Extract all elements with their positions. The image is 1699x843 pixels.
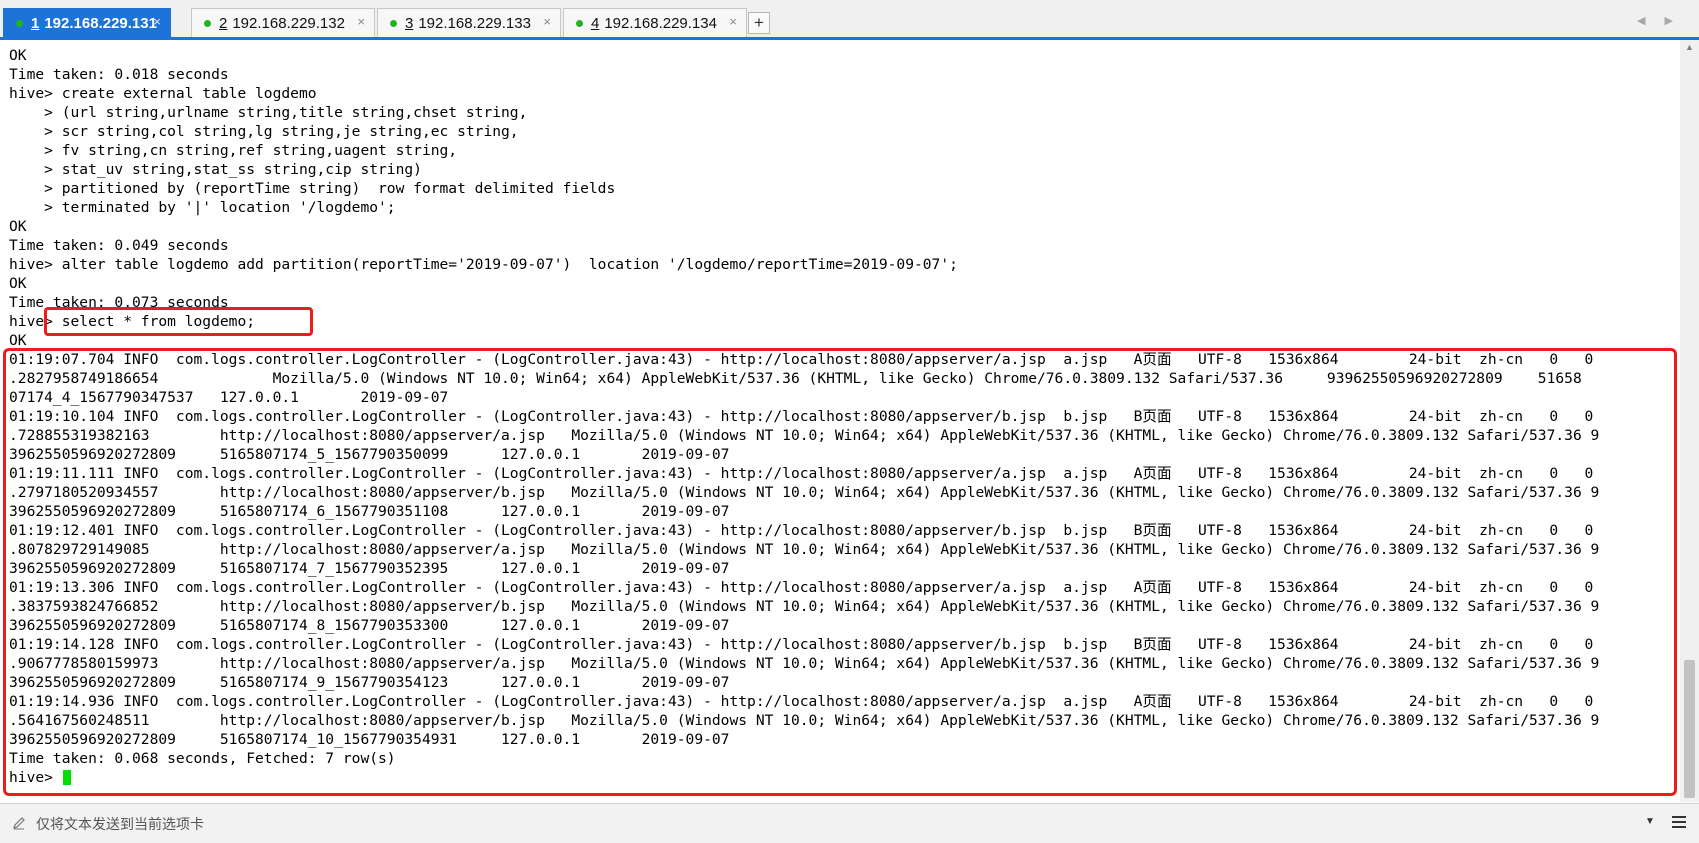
tab-label: 192.168.229.134	[604, 14, 717, 32]
tab-scroll-arrows-icon[interactable]: ◀ ▶	[1637, 14, 1681, 27]
tab-label: 192.168.229.131	[44, 14, 157, 32]
tab-session-3[interactable]: 3 192.168.229.133 ×	[377, 8, 561, 37]
chevron-down-icon[interactable]: ▼	[1645, 816, 1655, 827]
connected-status-icon	[390, 19, 397, 27]
tab-number: 1	[31, 14, 40, 32]
tab-session-4[interactable]: 4 192.168.229.134 ×	[563, 8, 747, 37]
tab-session-1[interactable]: 1 192.168.229.131 ×	[3, 8, 171, 37]
connected-status-icon	[204, 19, 211, 27]
result-highlight-box	[3, 348, 1677, 796]
connected-status-icon	[16, 19, 23, 27]
tab-label: 192.168.229.133	[418, 14, 531, 32]
terminal-line: > partitioned by (reportTime string) row…	[9, 180, 616, 197]
tab-label: 192.168.229.132	[232, 14, 345, 32]
scrollbar-thumb[interactable]	[1684, 660, 1695, 798]
terminal-line: > scr string,col string,lg string,je str…	[9, 123, 519, 140]
close-tab-icon[interactable]: ×	[357, 14, 365, 29]
terminal-scrollbar[interactable]: ▲	[1680, 40, 1699, 802]
connected-status-icon	[576, 19, 583, 27]
terminal-line: hive> create external table logdemo	[9, 85, 317, 102]
session-tab-bar: 1 192.168.229.131 × 2 192.168.229.132 × …	[0, 0, 1699, 40]
terminal-line: > fv string,cn string,ref string,uagent …	[9, 142, 458, 159]
tab-number: 2	[219, 14, 228, 32]
tab-number: 4	[591, 14, 600, 32]
pencil-icon	[13, 817, 25, 830]
terminal-line: > terminated by '|' location '/logdemo';	[9, 199, 396, 216]
terminal-line: OK	[9, 218, 27, 235]
close-tab-icon[interactable]: ×	[153, 14, 161, 29]
terminal-output[interactable]: OK Time taken: 0.018 seconds hive> create …	[0, 40, 1680, 802]
close-tab-icon[interactable]: ×	[543, 14, 551, 29]
terminal-line: hive> alter table logdemo add partition(…	[9, 256, 958, 273]
close-tab-icon[interactable]: ×	[729, 14, 737, 29]
scroll-up-icon[interactable]: ▲	[1685, 42, 1694, 52]
send-text-bar: ▼	[0, 803, 1699, 843]
terminal-line: Time taken: 0.049 seconds	[9, 237, 229, 254]
query-highlight-box	[44, 307, 313, 336]
terminal-line: > (url string,urlname string,title strin…	[9, 104, 528, 121]
tab-session-2[interactable]: 2 192.168.229.132 ×	[191, 8, 375, 37]
new-tab-button[interactable]: +	[748, 12, 770, 34]
terminal-line: Time taken: 0.018 seconds	[9, 66, 229, 83]
terminal-line: > stat_uv string,stat_ss string,cip stri…	[9, 161, 422, 178]
terminal-line: OK	[9, 47, 27, 64]
tab-number: 3	[405, 14, 414, 32]
menu-icon[interactable]	[1670, 813, 1688, 831]
terminal-line: OK	[9, 275, 27, 292]
send-text-input[interactable]	[34, 814, 1638, 836]
